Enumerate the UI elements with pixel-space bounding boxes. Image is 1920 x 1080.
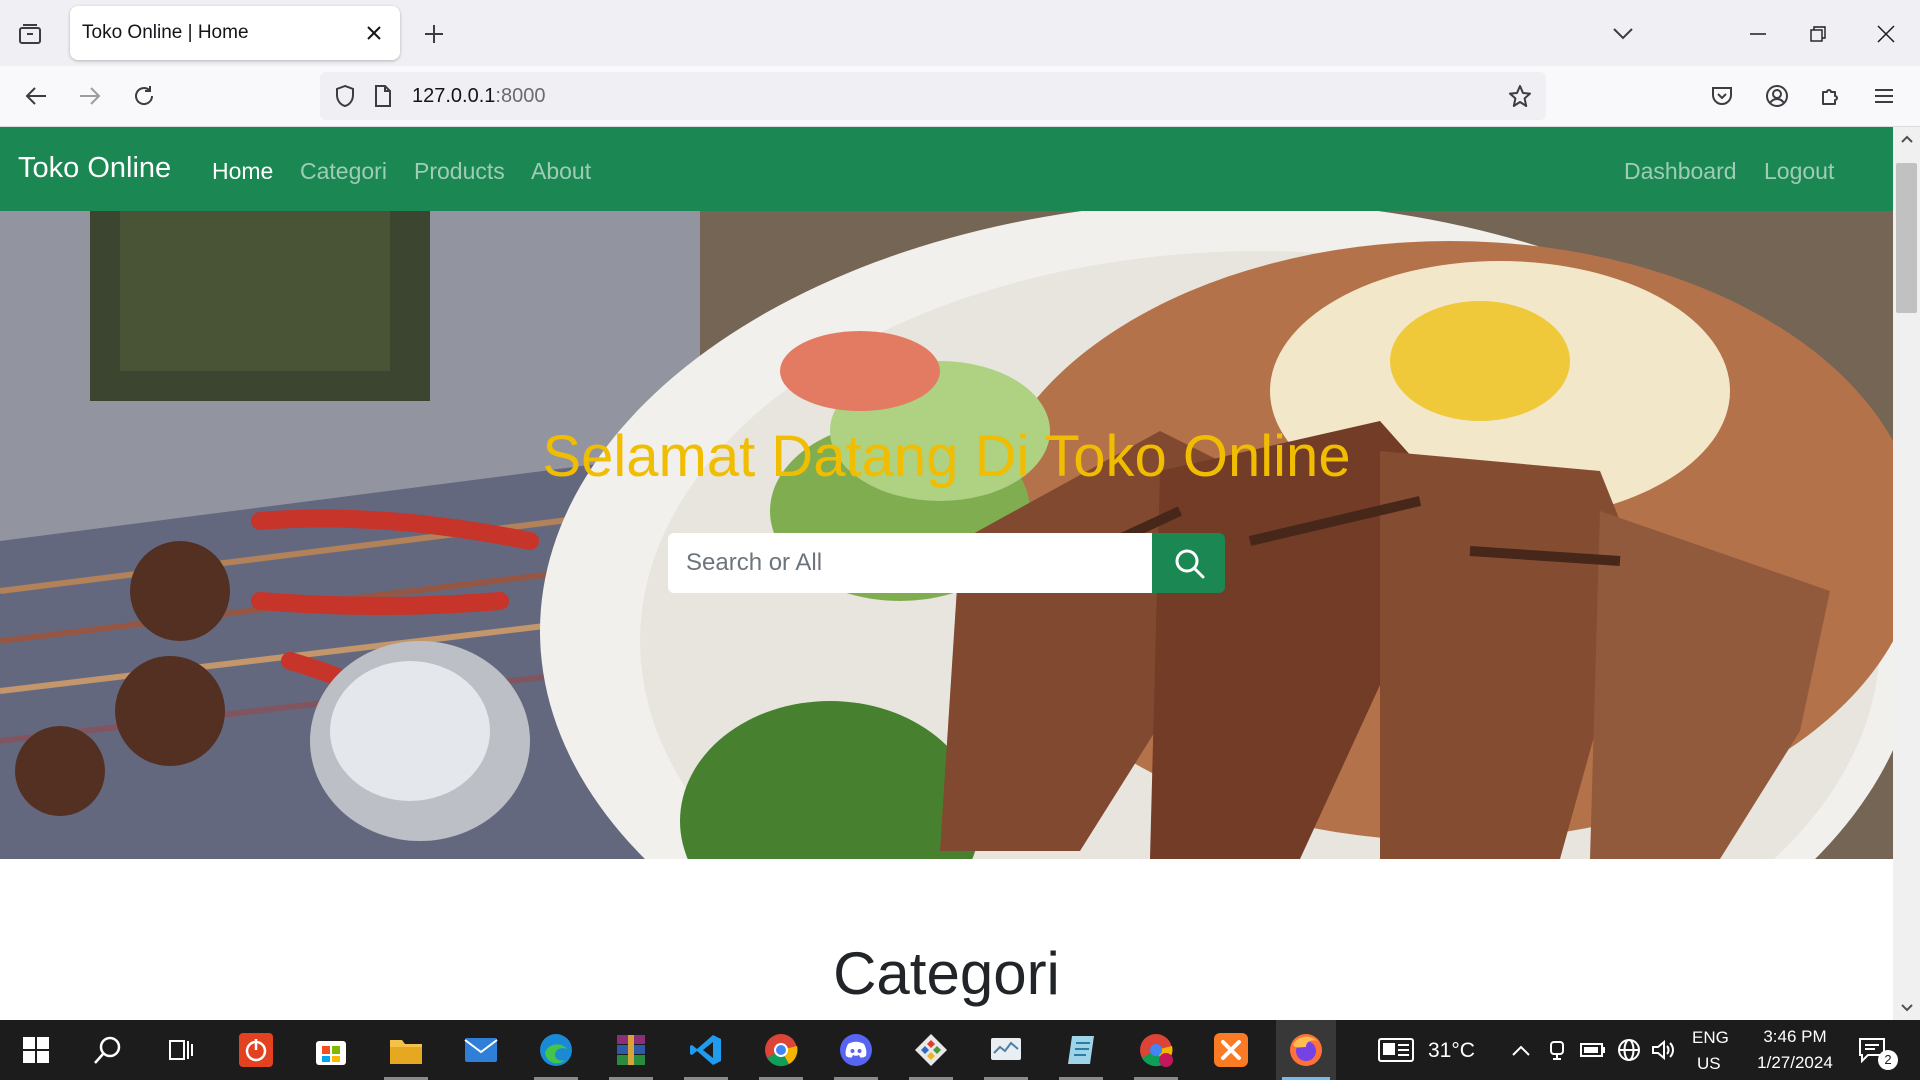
scroll-down-arrow-icon[interactable] <box>1893 996 1920 1020</box>
arrow-left-icon[interactable] <box>16 76 56 116</box>
chrome-icon[interactable] <box>751 1020 811 1080</box>
address-bar[interactable]: 127.0.0.1:8000 <box>320 72 1546 120</box>
search-icon[interactable] <box>78 1020 138 1080</box>
tab-title: Toko Online | Home <box>82 22 249 43</box>
arrow-right-icon[interactable] <box>70 76 110 116</box>
nav-link-products[interactable]: Products <box>414 158 505 185</box>
restore-icon[interactable] <box>1790 12 1846 56</box>
vscode-icon[interactable] <box>676 1020 736 1080</box>
microsoft-store-icon[interactable] <box>301 1020 361 1080</box>
account-icon[interactable] <box>1757 76 1797 116</box>
winrar-icon[interactable] <box>601 1020 661 1080</box>
git-tool-icon[interactable] <box>901 1020 961 1080</box>
mail-icon[interactable] <box>451 1020 511 1080</box>
meet-now-icon[interactable] <box>1542 1034 1572 1066</box>
star-icon[interactable] <box>1504 80 1536 112</box>
power-app-icon[interactable] <box>226 1020 286 1080</box>
clock-date[interactable]: 1/27/2024 <box>1743 1053 1847 1073</box>
network-globe-icon[interactable] <box>1614 1034 1644 1066</box>
search-form <box>668 533 1225 593</box>
monitor-app-icon[interactable] <box>976 1020 1036 1080</box>
volume-icon[interactable] <box>1648 1034 1678 1066</box>
page-icon[interactable] <box>370 81 396 111</box>
battery-icon[interactable] <box>1578 1034 1608 1066</box>
windows-start-icon[interactable] <box>6 1020 66 1080</box>
firefox-icon[interactable] <box>1276 1020 1336 1080</box>
page-viewport: Toko Online Home Categori Products About… <box>0 127 1893 1020</box>
nav-link-about[interactable]: About <box>531 158 591 185</box>
task-view-icon[interactable] <box>150 1020 210 1080</box>
window-close-icon[interactable] <box>1858 12 1914 56</box>
windows-taskbar: 31°C ENG US 3:46 PM 1/27/2024 2 <box>0 1020 1920 1080</box>
url-port: :8000 <box>495 85 546 107</box>
hamburger-icon[interactable] <box>1864 76 1904 116</box>
url-host: 127.0.0.1 <box>412 85 496 107</box>
nav-link-dashboard[interactable]: Dashboard <box>1624 158 1737 185</box>
browser-tab[interactable]: Toko Online | Home <box>70 6 400 60</box>
input-region[interactable]: US <box>1697 1054 1721 1074</box>
nav-link-home[interactable]: Home <box>212 158 273 185</box>
xampp-icon[interactable] <box>1201 1020 1261 1080</box>
scroll-up-arrow-icon[interactable] <box>1893 127 1920 151</box>
notes-app-icon[interactable] <box>1051 1020 1111 1080</box>
plus-icon[interactable] <box>418 18 450 50</box>
edge-browser-icon[interactable] <box>526 1020 586 1080</box>
weather-icon[interactable] <box>1376 1034 1416 1066</box>
nav-link-logout[interactable]: Logout <box>1764 158 1834 185</box>
brand-link[interactable]: Toko Online <box>18 152 171 185</box>
discord-icon[interactable] <box>826 1020 886 1080</box>
minimize-icon[interactable] <box>1730 12 1786 56</box>
section-heading-categori: Categori <box>833 940 1060 1007</box>
hero-banner: Selamat Datang Di Toko Online <box>0 211 1893 859</box>
puzzle-icon[interactable] <box>1811 76 1851 116</box>
scrollbar-thumb[interactable] <box>1896 163 1917 313</box>
close-icon[interactable] <box>360 19 388 47</box>
clock-time[interactable]: 3:46 PM <box>1755 1027 1835 1047</box>
url-text[interactable]: 127.0.0.1:8000 <box>412 85 545 108</box>
input-language[interactable]: ENG <box>1692 1028 1729 1048</box>
hero-title: Selamat Datang Di Toko Online <box>542 424 1351 489</box>
shield-icon[interactable] <box>330 81 360 111</box>
page-scrollbar[interactable] <box>1893 127 1920 1020</box>
nav-link-categori[interactable]: Categori <box>300 158 387 185</box>
file-explorer-icon[interactable] <box>376 1020 436 1080</box>
tab-list-icon[interactable] <box>12 17 48 51</box>
site-navbar: Toko Online Home Categori Products About… <box>0 127 1893 211</box>
search-input[interactable] <box>668 533 1152 593</box>
reload-icon[interactable] <box>124 76 164 116</box>
chevron-up-icon[interactable] <box>1506 1034 1536 1066</box>
browser-tab-bar: Toko Online | Home <box>0 0 1920 66</box>
pocket-icon[interactable] <box>1702 76 1742 116</box>
chevron-down-icon[interactable] <box>1606 18 1640 50</box>
chrome-profile-icon[interactable] <box>1126 1020 1186 1080</box>
search-icon <box>1175 549 1204 579</box>
notification-count-badge: 2 <box>1878 1050 1898 1070</box>
search-button[interactable] <box>1152 533 1225 593</box>
weather-temperature[interactable]: 31°C <box>1428 1039 1475 1063</box>
browser-toolbar: 127.0.0.1:8000 <box>0 66 1920 127</box>
